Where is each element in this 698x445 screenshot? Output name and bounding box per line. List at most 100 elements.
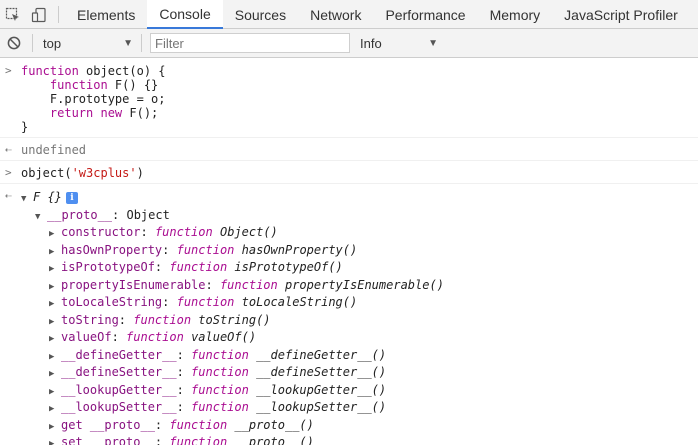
property-row[interactable]: ▶ toLocaleString: function toLocaleString… bbox=[21, 294, 698, 312]
code-line: return new F(); bbox=[21, 106, 698, 120]
console-input-message: > function object(o) { function F() {} F… bbox=[0, 59, 698, 138]
code-line: } bbox=[21, 120, 698, 134]
console-filter-bar: top ▼ Info ▼ bbox=[0, 29, 698, 58]
property-row[interactable]: ▶ hasOwnProperty: function hasOwnProperty… bbox=[21, 242, 698, 260]
property-colon: : bbox=[176, 365, 192, 379]
function-signature: __lookupGetter__() bbox=[256, 382, 387, 397]
console-messages: > function object(o) { function F() {} F… bbox=[0, 59, 698, 445]
tab-memory[interactable]: Memory bbox=[478, 0, 553, 29]
collapsed-triangle-icon[interactable]: ▶ bbox=[49, 366, 61, 384]
property-colon: : bbox=[112, 207, 127, 222]
context-selector-value: top bbox=[43, 35, 62, 51]
inspect-element-icon[interactable] bbox=[0, 0, 26, 29]
clear-console-icon[interactable] bbox=[0, 29, 28, 57]
function-keyword: function bbox=[219, 277, 278, 292]
function-keyword: function bbox=[126, 330, 184, 344]
collapsed-triangle-icon[interactable]: ▶ bbox=[49, 401, 61, 419]
property-row[interactable]: ▶ valueOf: function valueOf() bbox=[21, 329, 698, 347]
log-level-selector[interactable]: Info ▼ bbox=[354, 32, 442, 54]
property-space bbox=[278, 278, 285, 292]
property-name: __defineGetter__ bbox=[61, 347, 177, 362]
property-row[interactable]: ▶ __lookupGetter__: function __lookupGett… bbox=[21, 382, 698, 400]
tab-performance[interactable]: Performance bbox=[373, 0, 477, 29]
property-space bbox=[249, 400, 256, 414]
collapsed-triangle-icon[interactable]: ▶ bbox=[49, 226, 61, 244]
log-level-value: Info bbox=[360, 35, 382, 51]
code-text: F.prototype = o; bbox=[49, 92, 166, 106]
code-line: object('w3cplus') bbox=[21, 166, 698, 180]
object-root[interactable]: ▼ F {} i bbox=[21, 189, 698, 207]
filter-input[interactable] bbox=[150, 33, 350, 53]
function-signature: Object() bbox=[219, 225, 278, 239]
chevron-down-icon: ▼ bbox=[428, 37, 438, 49]
result-value: undefined bbox=[21, 143, 87, 157]
tab-javascript-profiler[interactable]: JavaScript Profiler bbox=[552, 0, 690, 29]
property-row[interactable]: ▶ __defineGetter__: function __defineGett… bbox=[21, 347, 698, 365]
property-space bbox=[184, 330, 191, 344]
property-row[interactable]: ▶ toString: function toString() bbox=[21, 312, 698, 330]
function-signature: valueOf() bbox=[191, 330, 257, 344]
property-row[interactable]: ▶ set __proto__: function __proto__() bbox=[21, 434, 698, 445]
property-row[interactable]: ▶ __defineSetter__: function __defineSett… bbox=[21, 364, 698, 382]
tab-console[interactable]: Console bbox=[147, 0, 223, 29]
code-line: function object(o) { bbox=[21, 64, 698, 78]
code-keyword: return new bbox=[21, 106, 123, 120]
property-row[interactable]: ▶ propertyIsEnumerable: function property… bbox=[21, 277, 698, 295]
property-value: Object bbox=[126, 207, 170, 222]
property-row[interactable]: ▶ isPrototypeOf: function isPrototypeOf() bbox=[21, 259, 698, 277]
function-keyword: function bbox=[176, 295, 235, 309]
collapsed-triangle-icon[interactable]: ▶ bbox=[49, 261, 61, 279]
property-colon: : bbox=[162, 295, 177, 309]
function-keyword: function bbox=[169, 260, 228, 274]
proto-row[interactable]: ▼ __proto__: Object bbox=[21, 207, 698, 225]
property-name: __proto__ bbox=[47, 207, 113, 222]
function-keyword: function bbox=[133, 312, 192, 327]
property-space bbox=[249, 365, 256, 379]
function-signature: __lookupSetter__() bbox=[256, 400, 387, 414]
collapsed-triangle-icon[interactable]: ▶ bbox=[49, 296, 61, 314]
property-name: hasOwnProperty bbox=[61, 242, 163, 257]
property-colon: : bbox=[154, 435, 170, 445]
chevron-down-icon: ▼ bbox=[123, 37, 133, 49]
result-arrow-icon: ⇠ bbox=[5, 189, 12, 202]
collapsed-triangle-icon[interactable]: ▶ bbox=[49, 331, 61, 349]
function-signature: propertyIsEnumerable() bbox=[284, 277, 444, 292]
collapsed-triangle-icon[interactable]: ▶ bbox=[49, 436, 61, 445]
function-keyword: function bbox=[169, 417, 228, 432]
code-string: 'w3cplus' bbox=[71, 166, 137, 180]
property-name: __lookupGetter__ bbox=[61, 382, 177, 397]
property-name: get __proto__ bbox=[61, 417, 155, 432]
function-signature: __defineGetter__() bbox=[256, 347, 387, 362]
proto-properties: ▶ constructor: function Object() ▶ hasOwnPr… bbox=[21, 224, 698, 445]
property-colon: : bbox=[162, 242, 177, 257]
property-colon: : bbox=[176, 382, 192, 397]
property-colon: : bbox=[111, 330, 127, 344]
property-space bbox=[249, 383, 256, 397]
context-selector[interactable]: top ▼ bbox=[37, 32, 137, 54]
property-colon: : bbox=[205, 277, 220, 292]
code-text: object(o) { bbox=[78, 64, 166, 78]
tab-elements[interactable]: Elements bbox=[65, 0, 147, 29]
property-colon: : bbox=[176, 400, 192, 414]
toolbar-divider bbox=[58, 5, 59, 23]
tab-network[interactable]: Network bbox=[298, 0, 373, 29]
tab-sources[interactable]: Sources bbox=[223, 0, 298, 29]
function-signature: isPrototypeOf() bbox=[234, 260, 343, 274]
function-keyword: function bbox=[191, 347, 249, 362]
property-space bbox=[234, 243, 241, 257]
code-text: F() {} bbox=[107, 78, 159, 92]
property-row[interactable]: ▶ constructor: function Object() bbox=[21, 224, 698, 242]
info-icon[interactable]: i bbox=[65, 191, 78, 204]
device-toolbar-icon[interactable] bbox=[26, 0, 52, 29]
console-result-message: ⇠ ▼ F {} i ▼ __proto__: Object ▶ constructor… bbox=[0, 184, 698, 445]
function-signature: toLocaleString() bbox=[241, 295, 358, 309]
expanded-triangle-icon[interactable]: ▼ bbox=[35, 209, 47, 227]
property-row[interactable]: ▶ __lookupSetter__: function __lookupSett… bbox=[21, 399, 698, 417]
property-name: isPrototypeOf bbox=[61, 260, 155, 274]
function-signature: __defineSetter__() bbox=[256, 365, 387, 379]
property-name: toString bbox=[61, 312, 119, 327]
property-colon: : bbox=[154, 417, 170, 432]
property-name: toLocaleString bbox=[61, 295, 163, 309]
property-row[interactable]: ▶ get __proto__: function __proto__() bbox=[21, 417, 698, 435]
expanded-triangle-icon[interactable]: ▼ bbox=[21, 191, 33, 209]
